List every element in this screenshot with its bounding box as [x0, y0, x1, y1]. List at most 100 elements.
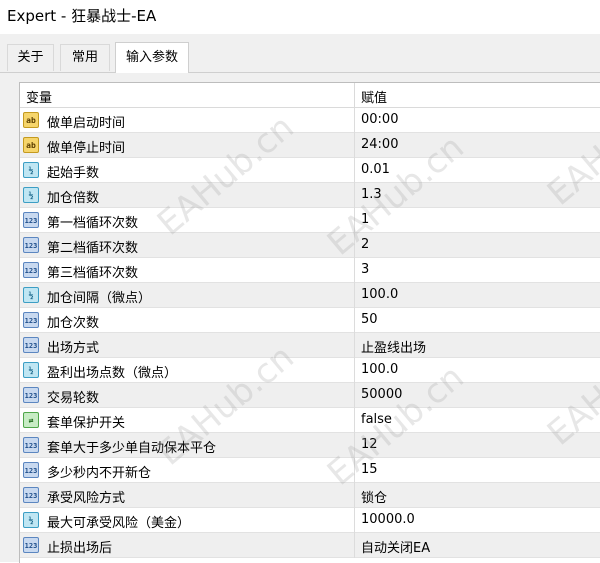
- param-name: 第一档循环次数: [47, 216, 139, 231]
- column-divider: [354, 183, 355, 208]
- title-bar: Expert - 狂暴战士-EA: [0, 0, 600, 34]
- table-row[interactable]: ½ 最大可承受风险（美金） 10000.0: [20, 508, 600, 533]
- param-value[interactable]: 00:00: [361, 112, 398, 127]
- column-divider: [354, 333, 355, 358]
- param-name: 多少秒内不开新仓: [47, 466, 152, 481]
- param-value[interactable]: 1.3: [361, 187, 382, 202]
- table-row[interactable]: ½ 加仓倍数 1.3: [20, 183, 600, 208]
- param-name: 套单大于多少单自动保本平仓: [47, 441, 217, 456]
- param-name: 套单保护开关: [47, 416, 126, 431]
- table-row[interactable]: ab 做单停止时间 24:00: [20, 133, 600, 158]
- param-name: 交易轮数: [47, 391, 100, 406]
- double-icon: ½: [23, 362, 39, 378]
- table-row[interactable]: 123 第一档循环次数 1: [20, 208, 600, 233]
- column-divider: [354, 158, 355, 183]
- param-name: 起始手数: [47, 166, 100, 181]
- integer-icon: 123: [23, 337, 39, 353]
- param-value[interactable]: 0.01: [361, 162, 390, 177]
- integer-icon: 123: [23, 437, 39, 453]
- tab-strip: 关于 常用 输入参数: [0, 34, 600, 73]
- params-grid: 变量 赋值 ab 做单启动时间 00:00 ab 做单停止时间 24:00 ½ 起始手数 0.0…: [19, 82, 600, 563]
- double-icon: ½: [23, 162, 39, 178]
- column-divider: [354, 358, 355, 383]
- table-row[interactable]: 123 第二档循环次数 2: [20, 233, 600, 258]
- param-value[interactable]: 自动关闭EA: [361, 537, 430, 556]
- column-divider: [354, 383, 355, 408]
- param-name: 加仓次数: [47, 316, 100, 331]
- column-divider: [354, 108, 355, 133]
- column-divider[interactable]: [354, 83, 355, 108]
- param-name: 第三档循环次数: [47, 266, 139, 281]
- param-name: 承受风险方式: [47, 491, 126, 506]
- tab-content: 变量 赋值 ab 做单启动时间 00:00 ab 做单停止时间 24:00 ½ 起始手数 0.0…: [0, 72, 600, 563]
- param-value[interactable]: 100.0: [361, 287, 398, 302]
- string-icon: ab: [23, 112, 39, 128]
- column-header-value[interactable]: 赋值: [361, 87, 387, 106]
- table-row[interactable]: ½ 加仓间隔（微点） 100.0: [20, 283, 600, 308]
- column-header-variable[interactable]: 变量: [26, 87, 52, 106]
- param-value[interactable]: 12: [361, 437, 378, 452]
- param-name: 做单启动时间: [47, 116, 126, 131]
- double-icon: ½: [23, 287, 39, 303]
- table-row[interactable]: ⇄ 套单保护开关 false: [20, 408, 600, 433]
- table-row[interactable]: ab 做单启动时间 00:00: [20, 108, 600, 133]
- table-row[interactable]: 123 承受风险方式 锁仓: [20, 483, 600, 508]
- param-value[interactable]: 100.0: [361, 362, 398, 377]
- grid-header: 变量 赋值: [20, 83, 600, 108]
- param-value[interactable]: 锁仓: [361, 487, 387, 506]
- column-divider: [354, 133, 355, 158]
- param-value[interactable]: 24:00: [361, 137, 398, 152]
- column-divider: [354, 533, 355, 558]
- double-icon: ½: [23, 187, 39, 203]
- double-icon: ½: [23, 512, 39, 528]
- column-divider: [354, 433, 355, 458]
- param-value[interactable]: false: [361, 412, 392, 427]
- param-value[interactable]: 止盈线出场: [361, 337, 426, 356]
- column-divider: [354, 208, 355, 233]
- table-row[interactable]: 123 止损出场后 自动关闭EA: [20, 533, 600, 558]
- param-value[interactable]: 15: [361, 462, 378, 477]
- column-divider: [354, 283, 355, 308]
- integer-icon: 123: [23, 262, 39, 278]
- table-row[interactable]: ½ 盈利出场点数（微点） 100.0: [20, 358, 600, 383]
- table-row[interactable]: 123 第三档循环次数 3: [20, 258, 600, 283]
- table-row[interactable]: 123 多少秒内不开新仓 15: [20, 458, 600, 483]
- column-divider: [354, 483, 355, 508]
- column-divider: [354, 408, 355, 433]
- table-row[interactable]: 123 交易轮数 50000: [20, 383, 600, 408]
- param-name: 最大可承受风险（美金）: [47, 516, 191, 531]
- tab-input-params[interactable]: 输入参数: [115, 42, 189, 73]
- param-value[interactable]: 1: [361, 212, 369, 227]
- column-divider: [354, 233, 355, 258]
- param-value[interactable]: 10000.0: [361, 512, 415, 527]
- column-divider: [354, 508, 355, 533]
- param-value[interactable]: 2: [361, 237, 369, 252]
- param-value[interactable]: 3: [361, 262, 369, 277]
- integer-icon: 123: [23, 237, 39, 253]
- integer-icon: 123: [23, 487, 39, 503]
- integer-icon: 123: [23, 387, 39, 403]
- column-divider: [354, 308, 355, 333]
- integer-icon: 123: [23, 212, 39, 228]
- grid-rows: ab 做单启动时间 00:00 ab 做单停止时间 24:00 ½ 起始手数 0.01 ½ 加仓倍数…: [20, 108, 600, 558]
- param-name: 第二档循环次数: [47, 241, 139, 256]
- column-divider: [354, 258, 355, 283]
- table-row[interactable]: 123 套单大于多少单自动保本平仓 12: [20, 433, 600, 458]
- string-icon: ab: [23, 137, 39, 153]
- tab-common[interactable]: 常用: [60, 44, 110, 71]
- tab-about[interactable]: 关于: [7, 44, 54, 71]
- integer-icon: 123: [23, 462, 39, 478]
- table-row[interactable]: 123 加仓次数 50: [20, 308, 600, 333]
- param-name: 加仓倍数: [47, 191, 100, 206]
- table-row[interactable]: 123 出场方式 止盈线出场: [20, 333, 600, 358]
- param-value[interactable]: 50: [361, 312, 378, 327]
- window-title: Expert - 狂暴战士-EA: [7, 7, 157, 25]
- table-row[interactable]: ½ 起始手数 0.01: [20, 158, 600, 183]
- param-value[interactable]: 50000: [361, 387, 402, 402]
- integer-icon: 123: [23, 537, 39, 553]
- param-name: 盈利出场点数（微点）: [47, 366, 178, 381]
- integer-icon: 123: [23, 312, 39, 328]
- param-name: 止损出场后: [47, 541, 113, 556]
- bool-icon: ⇄: [23, 412, 39, 428]
- param-name: 做单停止时间: [47, 141, 126, 156]
